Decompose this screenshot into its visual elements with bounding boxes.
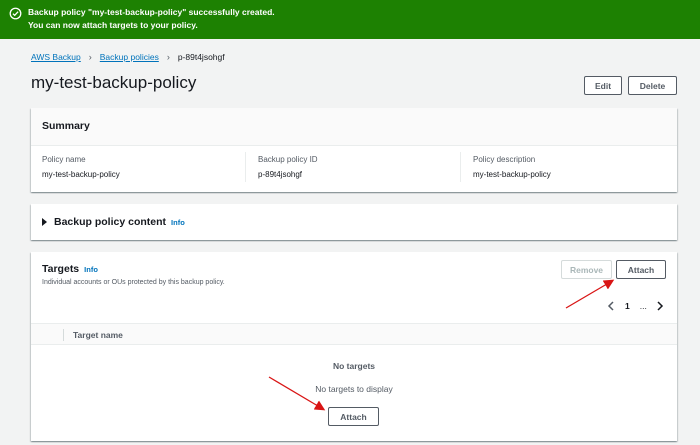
page-ellipsis: ...: [639, 301, 647, 311]
policy-content-info-link[interactable]: Info: [171, 218, 185, 227]
breadcrumb-current: p-89t4jsohgf: [177, 52, 225, 62]
policy-name-value: my-test-backup-policy: [42, 170, 120, 179]
attach-button[interactable]: Attach: [616, 260, 666, 279]
caret-right-icon: [42, 218, 47, 226]
chevron-right-icon: ›: [166, 52, 170, 62]
success-check-icon: [9, 7, 22, 20]
policy-content-card: Backup policy content Info: [31, 204, 677, 240]
page-number[interactable]: 1: [625, 301, 630, 311]
empty-state-subtitle: No targets to display: [315, 384, 393, 394]
policy-description-label: Policy description: [473, 155, 536, 164]
pagination: 1 ...: [607, 301, 664, 311]
targets-description: Individual accounts or OUs protected by …: [42, 279, 225, 286]
target-name-column-header[interactable]: Target name: [73, 330, 123, 340]
edit-button[interactable]: Edit: [584, 76, 622, 95]
policy-id-label: Backup policy ID: [258, 155, 318, 164]
breadcrumb-backup-policies[interactable]: Backup policies: [100, 52, 159, 62]
policy-description-field: Policy description my-test-backup-policy: [473, 155, 551, 179]
policy-id-field: Backup policy ID p-89t4jsohgf: [258, 155, 318, 179]
summary-heading: Summary: [31, 108, 677, 146]
targets-table-header: Target name: [31, 323, 677, 345]
policy-name-field: Policy name my-test-backup-policy: [42, 155, 120, 179]
targets-heading: Targets: [42, 263, 80, 275]
breadcrumb: AWS Backup › Backup policies › p-89t4jso…: [31, 51, 225, 63]
delete-button[interactable]: Delete: [628, 76, 677, 95]
success-flash-banner: Backup policy "my-test-backup-policy" su…: [0, 0, 700, 39]
chevron-right-icon[interactable]: [656, 301, 664, 311]
policy-content-heading: Backup policy content: [54, 216, 167, 228]
flash-message-body: You can now attach targets to your polic…: [28, 20, 198, 30]
divider: [245, 152, 246, 182]
targets-info-link[interactable]: Info: [84, 265, 98, 274]
policy-id-value: p-89t4jsohgf: [258, 170, 303, 179]
summary-card: Summary Policy name my-test-backup-polic…: [31, 108, 677, 192]
page-title: my-test-backup-policy: [31, 73, 197, 92]
divider: [460, 152, 461, 182]
policy-content-expander[interactable]: Backup policy content Info: [31, 204, 677, 240]
targets-card: Targets Info Individual accounts or OUs …: [31, 252, 677, 441]
breadcrumb-aws-backup[interactable]: AWS Backup: [31, 52, 81, 62]
flash-message-title: Backup policy "my-test-backup-policy" su…: [28, 7, 275, 17]
chevron-left-icon[interactable]: [607, 301, 615, 311]
policy-name-label: Policy name: [42, 155, 86, 164]
targets-header: Targets Info: [42, 263, 98, 275]
policy-description-value: my-test-backup-policy: [473, 170, 551, 179]
remove-button[interactable]: Remove: [561, 260, 612, 279]
empty-state-title: No targets: [332, 361, 376, 371]
chevron-right-icon: ›: [88, 52, 92, 62]
column-divider: [63, 329, 64, 341]
empty-state-attach-button[interactable]: Attach: [328, 407, 379, 426]
